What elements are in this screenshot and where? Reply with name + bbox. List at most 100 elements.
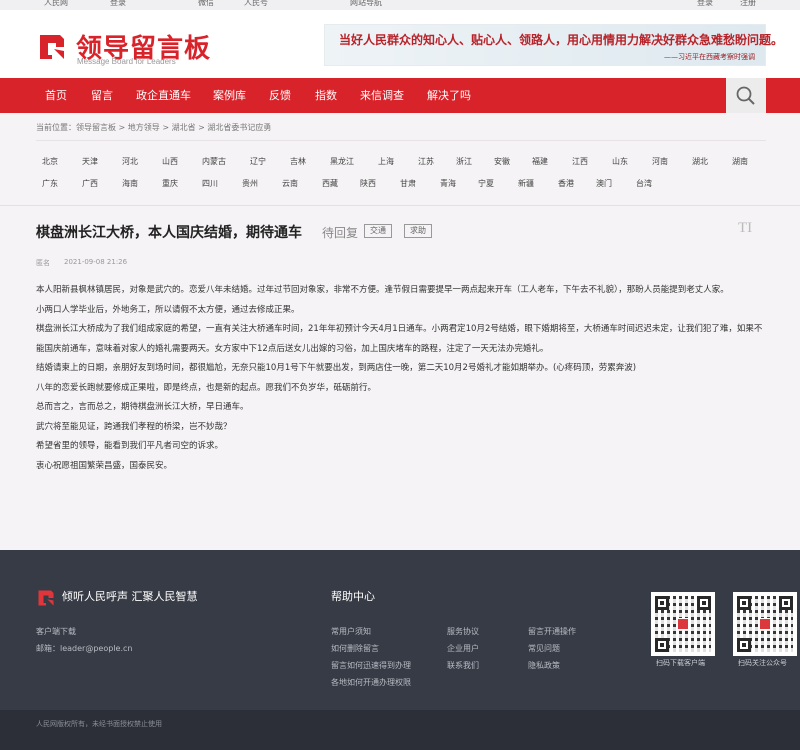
nav-item-home[interactable]: 首页 — [45, 78, 67, 113]
region-link[interactable]: 宁夏 — [478, 178, 494, 189]
region-link[interactable]: 江苏 — [418, 156, 434, 167]
top-utility-bar: 人民网 登录 微信 人民号 网站导航 登录 注册 — [0, 0, 800, 10]
app-download-link[interactable]: 客户端下载 — [36, 626, 76, 637]
post-paragraph: 结婚请柬上的日期，亲朋好友到场时间，都很尴尬，无奈只能10月1号下午就要出发，到… — [36, 363, 637, 373]
message-board-logo-icon[interactable] — [36, 31, 68, 63]
region-link[interactable]: 河南 — [652, 156, 668, 167]
type-tag[interactable]: 求助 — [404, 224, 432, 238]
region-link[interactable]: 重庆 — [162, 178, 178, 189]
region-link[interactable]: 天津 — [82, 156, 98, 167]
nav-item-feedback[interactable]: 反馈 — [269, 78, 291, 113]
top-link[interactable]: 登录 — [110, 0, 126, 8]
divider — [36, 140, 766, 141]
post-date: 2021-09-08 21:26 — [64, 258, 128, 266]
region-link[interactable]: 湖南 — [732, 156, 748, 167]
search-button[interactable] — [726, 78, 766, 113]
region-link[interactable]: 内蒙古 — [202, 156, 226, 167]
region-link[interactable]: 西藏 — [322, 178, 338, 189]
footer-slogan: 倾听人民呼声 汇聚人民智慧 — [62, 590, 198, 603]
top-link[interactable]: 微信 — [198, 0, 214, 8]
help-link[interactable]: 企业用户 — [447, 643, 479, 654]
region-link[interactable]: 山东 — [612, 156, 628, 167]
main-nav: 首页 留言 政企直通车 案例库 反馈 指数 来信调查 解决了吗 — [0, 78, 800, 113]
post-body: 本人阳新县枫林镇居民，对象是武穴的。恋爱八年未结婚。过年过节回对象家，非常不方便… — [36, 281, 770, 476]
region-link[interactable]: 云南 — [282, 178, 298, 189]
top-link[interactable]: 人民号 — [244, 0, 268, 8]
region-link[interactable]: 山西 — [162, 156, 178, 167]
nav-item-message[interactable]: 留言 — [91, 78, 113, 113]
banner-slogan: 当好人民群众的知心人、贴心人、领路人，用心用情用力解决好群众急难愁盼问题。 — [339, 33, 784, 47]
post-paragraph: 本人阳新县枫林镇居民，对象是武穴的。恋爱八年未结婚。过年过节回对象家，非常不方便… — [36, 285, 729, 295]
qr-caption: 扫码下载客户端 — [656, 659, 705, 667]
region-link[interactable]: 江西 — [572, 156, 588, 167]
wechat-qr-code — [733, 592, 797, 656]
region-link[interactable]: 海南 — [122, 178, 138, 189]
breadcrumb[interactable]: 当前位置：领导留言板 > 地方领导 > 湖北省 > 湖北省委书记应勇 — [36, 122, 271, 133]
qr-caption: 扫码关注公众号 — [738, 659, 787, 667]
help-link[interactable]: 如何删除留言 — [331, 643, 379, 654]
region-link[interactable]: 湖北 — [692, 156, 708, 167]
app-qr-code — [651, 592, 715, 656]
help-link[interactable]: 联系我们 — [447, 660, 479, 671]
help-link[interactable]: 常见问题 — [528, 643, 560, 654]
region-link[interactable]: 四川 — [202, 178, 218, 189]
font-size-icon[interactable]: TI — [738, 220, 752, 237]
region-link[interactable]: 贵州 — [242, 178, 258, 189]
region-link[interactable]: 陕西 — [360, 178, 376, 189]
help-link[interactable]: 留言如何迅速得到办理 — [331, 660, 411, 671]
post-paragraph: 总而言之，言而总之，期待棋盘洲长江大桥，早日通车。 — [36, 402, 249, 412]
slogan-banner: 当好人民群众的知心人、贴心人、领路人，用心用情用力解决好群众急难愁盼问题。 ——… — [324, 24, 783, 66]
region-link[interactable]: 澳门 — [596, 178, 612, 189]
register-link[interactable]: 注册 — [740, 0, 756, 8]
region-link[interactable]: 新疆 — [518, 178, 534, 189]
region-link[interactable]: 辽宁 — [250, 156, 266, 167]
region-link[interactable]: 黑龙江 — [330, 156, 354, 167]
nav-item-cases[interactable]: 案例库 — [213, 78, 246, 113]
logo-subtitle: Message Board for Leaders — [77, 57, 176, 66]
copyright-bar: 人民网版权所有，未经书面授权禁止使用 — [0, 710, 800, 750]
post-paragraph: 小两口人学毕业后，外地务工，所以请假不太方便，通过去修成正果。 — [36, 304, 300, 315]
help-link[interactable]: 隐私政策 — [528, 660, 560, 671]
divider — [0, 205, 800, 206]
contact-email: 邮箱：leader@people.cn — [36, 644, 133, 653]
post-paragraph: 衷心祝愿祖国繁荣昌盛，国泰民安。 — [36, 460, 173, 471]
top-link[interactable]: 人民网 — [44, 0, 68, 8]
help-link[interactable]: 服务协议 — [447, 626, 479, 637]
region-link[interactable]: 福建 — [532, 156, 548, 167]
post-paragraph: 八年的恋爱长跑就要修成正果啦，即是终点，也是新的起点。愿我们不负岁华，砥砺前行。 — [36, 382, 377, 393]
help-center-title: 帮助中心 — [331, 590, 375, 603]
post-paragraph: 武穴将至能见证，跨通我们孝程的桥梁，岂不妙哉？ — [36, 421, 232, 432]
region-link[interactable]: 台湾 — [636, 178, 652, 189]
category-tag[interactable]: 交通 — [364, 224, 392, 238]
post-paragraph: 希望省里的领导，能看到我们平凡者司空的诉求。 — [36, 441, 224, 451]
top-link[interactable]: 网站导航 — [350, 0, 382, 8]
reply-status: 待回复 — [322, 226, 359, 240]
nav-item-enterprise[interactable]: 政企直通车 — [136, 78, 191, 113]
region-link[interactable]: 广东 — [42, 178, 58, 189]
region-link[interactable]: 广西 — [82, 178, 98, 189]
region-link[interactable]: 吉林 — [290, 156, 306, 167]
help-link[interactable]: 留言开通操作 — [528, 626, 576, 637]
region-link[interactable]: 河北 — [122, 156, 138, 167]
nav-item-index[interactable]: 指数 — [315, 78, 337, 113]
post-author: 匿名 — [36, 259, 50, 267]
search-icon — [736, 86, 755, 105]
site-footer: 倾听人民呼声 汇聚人民智慧 客户端下载 邮箱：leader@people.cn … — [0, 550, 800, 710]
region-link[interactable]: 安徽 — [494, 156, 510, 167]
region-link[interactable]: 甘肃 — [400, 178, 416, 189]
help-link[interactable]: 各地如何开通办理权限 — [331, 677, 411, 688]
nav-item-survey[interactable]: 来信调查 — [360, 78, 404, 113]
copyright-text: 人民网版权所有，未经书面授权禁止使用 — [36, 720, 162, 728]
login-link[interactable]: 登录 — [697, 0, 713, 8]
region-link[interactable]: 上海 — [378, 156, 394, 167]
banner-attribution: ——习近平在西藏考察时强调 — [664, 53, 755, 61]
footer-logo-icon — [38, 590, 54, 606]
region-link[interactable]: 香港 — [558, 178, 574, 189]
help-link[interactable]: 常用户须知 — [331, 626, 371, 637]
region-link[interactable]: 北京 — [42, 156, 58, 167]
region-link[interactable]: 青海 — [440, 178, 456, 189]
nav-item-solved[interactable]: 解决了吗 — [427, 78, 471, 113]
region-link[interactable]: 浙江 — [456, 156, 472, 167]
site-header: 领导留言板 Message Board for Leaders 当好人民群众的知… — [0, 10, 800, 78]
post-paragraph: 棋盘洲长江大桥成为了我们组成家庭的希望，一直有关注大桥通车时间，21年年初预计今… — [36, 324, 763, 354]
